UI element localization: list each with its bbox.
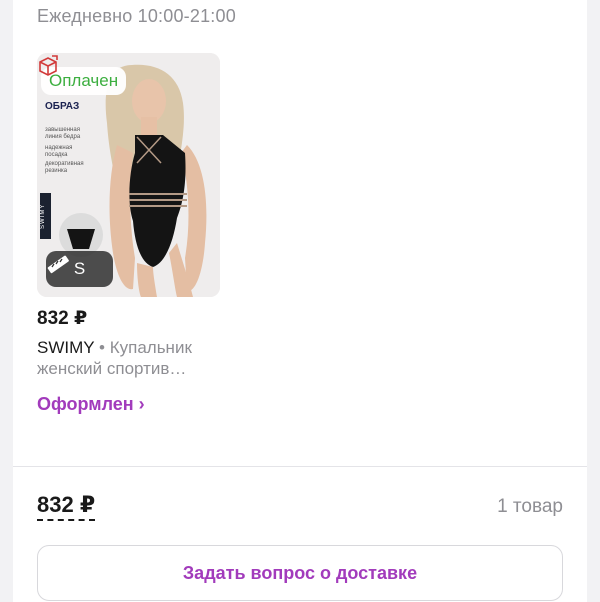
product-image[interactable]: Оплачен ОБРАЗ завышенная линия бедра над… <box>37 53 220 297</box>
side-brand-tag: SWIMY <box>40 193 51 239</box>
item-brand: SWIMY <box>37 338 95 357</box>
box-return-icon <box>39 55 58 76</box>
brand-logo-text: ОБРАЗ <box>45 101 80 112</box>
size-value: S <box>73 259 86 278</box>
item-count: 1 товар <box>497 496 563 517</box>
order-card: Ежедневно 10:00-21:00 Оплачен ОБРАЗ завы… <box>13 0 587 602</box>
feature-text: надежная посадка <box>45 145 73 158</box>
order-total[interactable]: 832 ₽ <box>37 492 96 521</box>
store-hours: Ежедневно 10:00-21:00 <box>37 6 236 26</box>
order-status-link[interactable]: Оформлен › <box>37 394 145 415</box>
item-title[interactable]: SWIMY • Купальник женский спортив… <box>37 337 227 379</box>
item-price: 832 ₽ <box>37 308 88 329</box>
ruler-icon <box>47 255 69 274</box>
feature-text: декоративная резинка <box>45 161 84 174</box>
title-separator: • <box>94 338 110 357</box>
size-badge: S <box>46 251 113 287</box>
divider <box>13 466 587 467</box>
ask-delivery-button[interactable]: Задать вопрос о доставке <box>37 545 563 601</box>
feature-text: завышенная линия бедра <box>45 127 81 140</box>
